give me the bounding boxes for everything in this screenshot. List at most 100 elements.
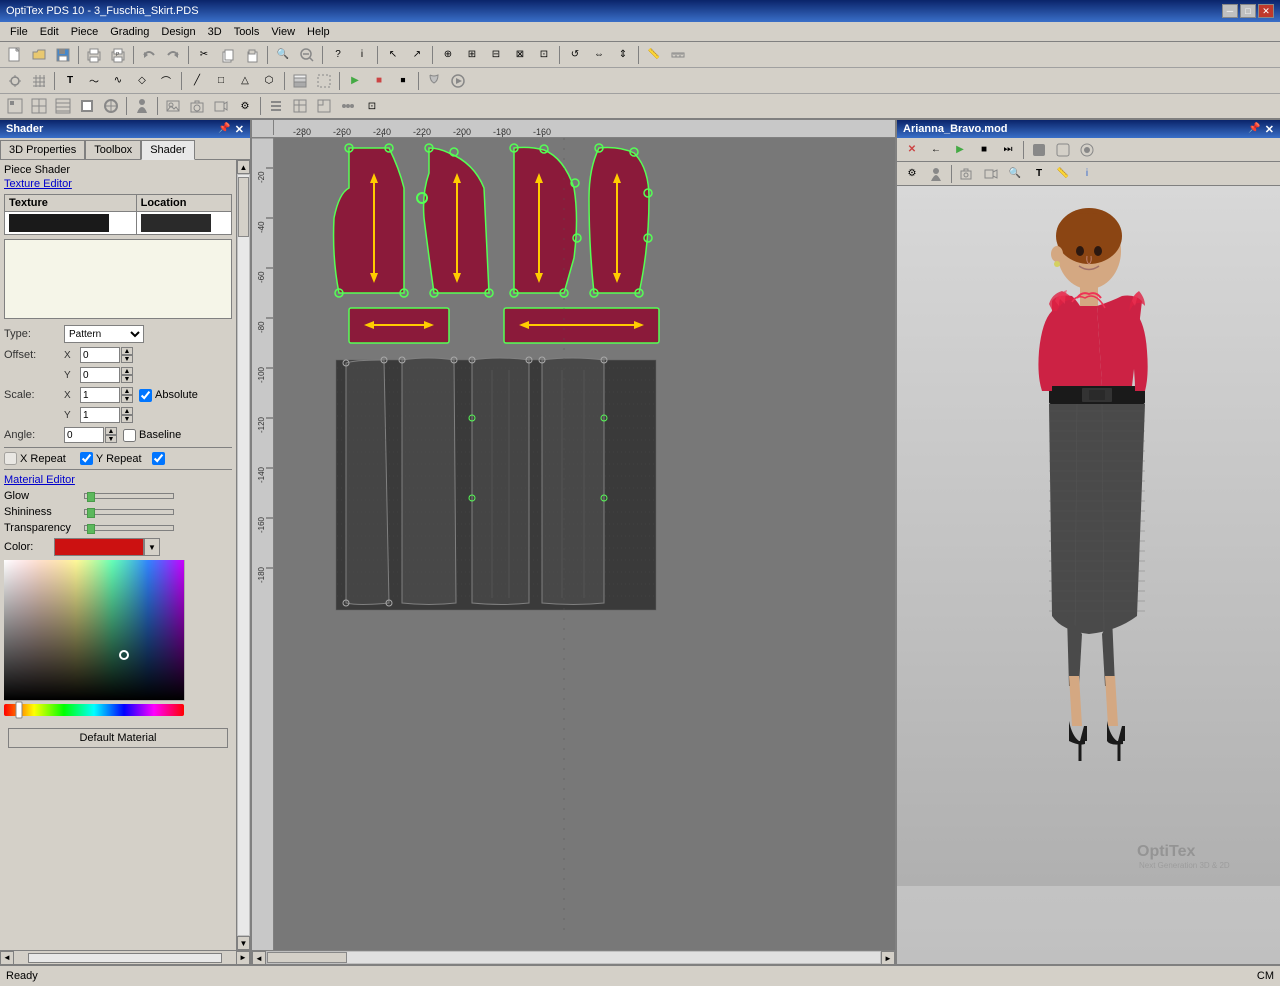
offset-y-up[interactable]: ▲: [121, 367, 133, 375]
minimize-button[interactable]: ─: [1222, 4, 1238, 18]
undo-btn[interactable]: [138, 45, 160, 65]
menu-help[interactable]: Help: [301, 24, 336, 40]
color-swatch[interactable]: [54, 538, 144, 556]
angle-input[interactable]: 0: [64, 427, 104, 443]
icon-btn-1[interactable]: [4, 96, 26, 116]
tab-shader[interactable]: Shader: [141, 140, 194, 160]
zoom-out-btn[interactable]: [296, 45, 318, 65]
cut-btn[interactable]: ✂: [193, 45, 215, 65]
model-person-btn[interactable]: [925, 164, 947, 184]
tab-toolbox[interactable]: Toolbox: [85, 140, 141, 159]
mirror-btn[interactable]: ⇔: [588, 45, 610, 65]
arrow-btn[interactable]: ↖: [382, 45, 404, 65]
cursor-btn[interactable]: ↗: [406, 45, 428, 65]
bezier-btn[interactable]: ⌒: [155, 71, 177, 91]
model-cam2-btn[interactable]: [956, 164, 978, 184]
belt-piece-1[interactable]: [349, 308, 449, 343]
close-button[interactable]: ✕: [1258, 4, 1274, 18]
offset-x-up[interactable]: ▲: [121, 347, 133, 355]
icon-btn-4[interactable]: [76, 96, 98, 116]
text-btn[interactable]: T: [59, 71, 81, 91]
menu-edit[interactable]: Edit: [34, 24, 65, 40]
print-btn[interactable]: [83, 45, 105, 65]
menu-tools[interactable]: Tools: [228, 24, 266, 40]
angle-spinner[interactable]: ▲ ▼: [105, 427, 117, 443]
offset-x-input[interactable]: 0: [80, 347, 120, 363]
draw3-btn[interactable]: △: [234, 71, 256, 91]
zoom-in-btn[interactable]: 🔍: [272, 45, 294, 65]
sim3-btn[interactable]: ⏹: [392, 71, 414, 91]
tool1-btn[interactable]: ⊕: [437, 45, 459, 65]
shader-close-icon[interactable]: ✕: [235, 123, 244, 136]
scale-y-down[interactable]: ▼: [121, 415, 133, 423]
tool3-btn[interactable]: ⊟: [485, 45, 507, 65]
model-shaded-btn[interactable]: [1028, 140, 1050, 160]
center-hscroll-left[interactable]: ◄: [252, 951, 266, 964]
transparency-thumb[interactable]: [87, 524, 95, 534]
measure-btn[interactable]: 📏: [643, 45, 665, 65]
menu-view[interactable]: View: [265, 24, 301, 40]
belt-piece-2[interactable]: [504, 308, 659, 343]
model-wire-btn[interactable]: [1052, 140, 1074, 160]
model-pin-icon[interactable]: 📌: [1248, 123, 1260, 136]
baseline-checkbox[interactable]: [123, 429, 136, 442]
hscroll-right[interactable]: ►: [236, 951, 250, 965]
scale-x-input[interactable]: 1: [80, 387, 120, 403]
skirt-piece-back-right[interactable]: [539, 357, 607, 605]
save-btn[interactable]: [52, 45, 74, 65]
drap-btn[interactable]: [423, 71, 445, 91]
x-repeat-checkbox[interactable]: [4, 452, 17, 465]
shininess-slider[interactable]: [84, 509, 174, 515]
redo-btn[interactable]: [162, 45, 184, 65]
icon-btn-3[interactable]: [52, 96, 74, 116]
scale-x-down[interactable]: ▼: [121, 395, 133, 403]
default-material-button[interactable]: Default Material: [8, 728, 228, 748]
more3-btn[interactable]: [313, 96, 335, 116]
info-btn[interactable]: i: [351, 45, 373, 65]
print2-btn[interactable]: P: [107, 45, 129, 65]
vscroll-down[interactable]: ▼: [237, 936, 250, 950]
maximize-button[interactable]: □: [1240, 4, 1256, 18]
absolute-checkbox[interactable]: [139, 389, 152, 402]
menu-3d[interactable]: 3D: [202, 24, 228, 40]
draw1-btn[interactable]: ╱: [186, 71, 208, 91]
model-info2-btn[interactable]: i: [1076, 164, 1098, 184]
model-settings-btn[interactable]: ⚙: [901, 164, 923, 184]
skirt-piece-front-right[interactable]: [399, 357, 457, 605]
icon-btn-5[interactable]: [100, 96, 122, 116]
y-repeat-checkbox[interactable]: [80, 452, 93, 465]
offset-y-spinner[interactable]: ▲ ▼: [121, 367, 133, 383]
vscroll-up[interactable]: ▲: [237, 160, 250, 174]
sim-btn[interactable]: ▶: [344, 71, 366, 91]
rotate-btn[interactable]: ↺: [564, 45, 586, 65]
texture-editor-link[interactable]: Texture Editor: [4, 178, 232, 190]
more4-btn[interactable]: [337, 96, 359, 116]
model-vid2-btn[interactable]: [980, 164, 1002, 184]
model-render-btn[interactable]: [1076, 140, 1098, 160]
skirt-group[interactable]: [336, 357, 657, 610]
offset-x-spinner[interactable]: ▲ ▼: [121, 347, 133, 363]
type-select[interactable]: Pattern: [64, 325, 144, 343]
shininess-thumb[interactable]: [87, 508, 95, 518]
tool5-btn[interactable]: ⊡: [533, 45, 555, 65]
canvas-area[interactable]: [274, 138, 895, 950]
icon-btn-2[interactable]: [28, 96, 50, 116]
layer2-btn[interactable]: [313, 71, 335, 91]
more1-btn[interactable]: [265, 96, 287, 116]
node-btn[interactable]: ◇: [131, 71, 153, 91]
center-hscroll-thumb[interactable]: [267, 952, 347, 963]
layer1-btn[interactable]: [289, 71, 311, 91]
paste-btn[interactable]: [241, 45, 263, 65]
scale-y-input[interactable]: 1: [80, 407, 120, 423]
shader-vscroll[interactable]: ▲ ▼: [236, 160, 250, 950]
glow-slider[interactable]: [84, 493, 174, 499]
open-btn[interactable]: [28, 45, 50, 65]
copy-btn[interactable]: [217, 45, 239, 65]
offset-y-down[interactable]: ▼: [121, 375, 133, 383]
grid-btn[interactable]: [28, 71, 50, 91]
model-measure2-btn[interactable]: 📏: [1052, 164, 1074, 184]
draw4-btn[interactable]: ⬡: [258, 71, 280, 91]
menu-grading[interactable]: Grading: [104, 24, 155, 40]
scale-y-up[interactable]: ▲: [121, 407, 133, 415]
settings2-btn[interactable]: ⚙: [234, 96, 256, 116]
